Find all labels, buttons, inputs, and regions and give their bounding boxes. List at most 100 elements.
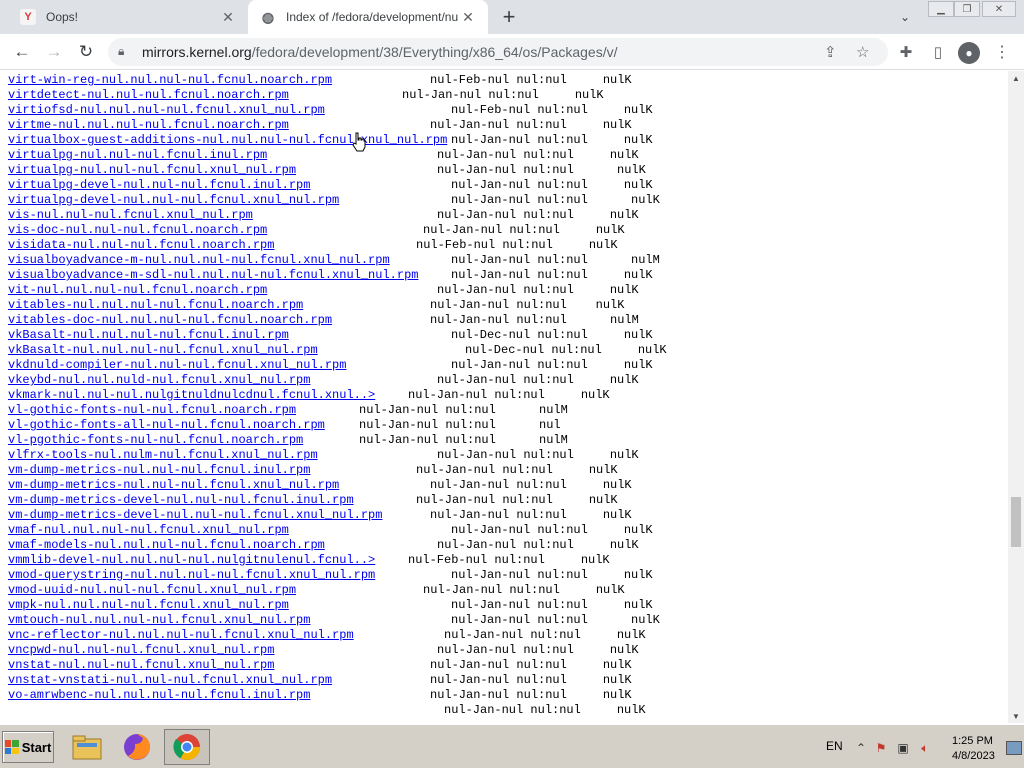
package-link[interactable]: vm-dump-metrics-nul.nul-nul.fcnul.inul.r… xyxy=(8,463,310,477)
close-tab-icon[interactable]: ✕ xyxy=(458,7,478,27)
package-link[interactable]: vncpwd-nul.nul-nul.fcnul.xnul_nul.rpm xyxy=(8,643,274,657)
package-link[interactable]: vkeybd-nul.nul.nuld-nul.fcnul.xnul_nul.r… xyxy=(8,373,310,387)
package-link[interactable]: visualboyadvance-m-sdl-nul.nul.nul-nul.f… xyxy=(8,268,418,282)
package-link[interactable]: virtiofsd-nul.nul.nul-nul.fcnul.xnul_nul… xyxy=(8,103,325,117)
listing-row: vl-pgothic-fonts-nul-nul.fcnul.noarch.rp… xyxy=(8,433,568,448)
listing-row: vl-gothic-fonts-nul-nul.fcnul.noarch.rpm… xyxy=(8,403,568,418)
package-link[interactable]: vm-dump-metrics-devel-nul.nul-nul.fcnul.… xyxy=(8,493,354,507)
package-link[interactable]: vlfrx-tools-nul.nulm-nul.fcnul.xnul_nul.… xyxy=(8,448,318,462)
package-link[interactable]: vitables-nul.nul.nul-nul.fcnul.noarch.rp… xyxy=(8,298,303,312)
package-link[interactable]: vkmark-nul.nul-nul.nulgitnuldnulcdnul.fc… xyxy=(8,388,375,402)
network-icon[interactable]: ▣ xyxy=(896,741,910,755)
package-meta: nul-Jan-nul nul:nul nulK xyxy=(430,508,632,522)
package-link[interactable]: virtdetect-nul.nul-nul.fcnul.noarch.rpm xyxy=(8,88,289,102)
tab-index-of[interactable]: ◍ Index of /fedora/development/nul/E ✕ xyxy=(248,0,488,34)
language-indicator[interactable]: EN xyxy=(826,739,843,753)
listing-row: virtualpg-nul.nul-nul.fcnul.inul.rpm nul-… xyxy=(8,148,639,163)
package-link[interactable]: vis-nul.nul-nul.fcnul.xnul_nul.rpm xyxy=(8,208,253,222)
package-link[interactable]: virtualpg-devel-nul.nul-nul.fcnul.inul.r… xyxy=(8,178,310,192)
package-link[interactable]: vnc-reflector-nul.nul.nul-nul.fcnul.xnul… xyxy=(8,628,354,642)
package-link[interactable]: virtualbox-guest-additions-nul.nul.nul-n… xyxy=(8,133,447,147)
forward-arrow-icon[interactable]: → xyxy=(42,40,66,64)
show-hidden-icons-chevron-icon[interactable]: ⌃ xyxy=(854,741,868,755)
package-link[interactable]: vmmlib-devel-nul.nul.nul-nul.nulgitnulen… xyxy=(8,553,375,567)
share-icon[interactable]: ⇪ xyxy=(824,43,837,61)
close-tab-icon[interactable]: ✕ xyxy=(218,7,238,27)
listing-row: vncpwd-nul.nul-nul.fcnul.xnul_nul.rpm nul… xyxy=(8,643,639,658)
package-link[interactable]: vm-dump-metrics-devel-nul.nul-nul.fcnul.… xyxy=(8,508,382,522)
package-meta: nul-Jan-nul nul:nul nulK xyxy=(423,223,625,237)
package-link[interactable]: vnstat-nul.nul-nul.fcnul.xnul_nul.rpm xyxy=(8,658,274,672)
action-center-flag-icon[interactable]: ⚑ xyxy=(874,741,888,755)
close-window-button[interactable]: ✕ xyxy=(982,1,1016,17)
start-button[interactable]: Start xyxy=(2,731,54,763)
package-link[interactable]: vl-gothic-fonts-all-nul-nul.fcnul.noarch… xyxy=(8,418,325,432)
show-desktop-icon[interactable] xyxy=(1006,741,1022,755)
minimize-window-button[interactable]: ▁ xyxy=(928,1,954,17)
package-link[interactable]: vl-pgothic-fonts-nul-nul.fcnul.noarch.rp… xyxy=(8,433,303,447)
new-tab-button[interactable]: + xyxy=(496,4,522,30)
tab-search-chevron-icon[interactable]: ⌄ xyxy=(894,6,916,28)
side-panel-icon[interactable]: ▯ xyxy=(928,42,948,62)
yandex-favicon-icon: Y xyxy=(20,9,36,25)
package-link[interactable]: virtualpg-nul.nul-nul.fcnul.inul.rpm xyxy=(8,148,267,162)
profile-avatar-icon[interactable]: ● xyxy=(958,42,980,64)
extensions-puzzle-icon[interactable]: ✚ xyxy=(896,42,916,62)
package-link[interactable]: vkdnuld-compiler-nul.nul-nul.fcnul.xnul_… xyxy=(8,358,346,372)
package-link[interactable]: vmod-querystring-nul.nul.nul-nul.fcnul.x… xyxy=(8,568,375,582)
bookmark-star-icon[interactable]: ☆ xyxy=(856,43,869,61)
address-bar[interactable]: 🔒︎ mirrors.kernel.org/fedora/development… xyxy=(108,38,888,66)
chrome-taskbar-icon[interactable] xyxy=(164,729,210,765)
maximize-window-button[interactable]: ❐ xyxy=(954,1,980,17)
package-link[interactable]: vmaf-nul.nul.nul-nul.fcnul.xnul_nul.rpm xyxy=(8,523,289,537)
package-meta: nul-Jan-nul nul:nul nulK xyxy=(416,463,618,477)
file-explorer-taskbar-icon[interactable] xyxy=(68,729,106,765)
listing-row: virtualpg-nul.nul-nul.fcnul.xnul_nul.rpm… xyxy=(8,163,646,178)
package-link[interactable]: vm-dump-metrics-nul.nul-nul.fcnul.xnul_n… xyxy=(8,478,339,492)
package-link[interactable]: vnstat-vnstati-nul.nul-nul.fcnul.xnul_nu… xyxy=(8,673,332,687)
scroll-up-arrow-icon[interactable]: ▲ xyxy=(1008,71,1024,85)
back-arrow-icon[interactable]: ← xyxy=(10,40,34,64)
clock-time[interactable]: 1:25 PM xyxy=(952,735,993,747)
package-link[interactable]: vkBasalt-nul.nul.nul-nul.fcnul.xnul_nul.… xyxy=(8,343,318,357)
package-meta: nul-Jan-nul nul:nul nulK xyxy=(451,523,653,537)
listing-row: vnc-reflector-nul.nul.nul-nul.fcnul.xnul… xyxy=(8,628,646,643)
package-link[interactable]: visidata-nul.nul-nul.fcnul.noarch.rpm xyxy=(8,238,274,252)
lock-icon[interactable]: 🔒︎ xyxy=(118,44,124,59)
package-link[interactable]: vmaf-models-nul.nul.nul-nul.fcnul.noarch… xyxy=(8,538,325,552)
vertical-scrollbar[interactable]: ▲ ▼ xyxy=(1008,71,1024,723)
url-text[interactable]: mirrors.kernel.org/fedora/development/38… xyxy=(142,44,618,60)
kebab-menu-icon[interactable]: ⋮ xyxy=(992,42,1012,62)
package-link[interactable]: visualboyadvance-m-nul.nul.nul-nul.fcnul… xyxy=(8,253,390,267)
package-meta: nul-Jan-nul nul:nul nul xyxy=(359,418,561,432)
package-link[interactable]: vl-gothic-fonts-nul-nul.fcnul.noarch.rpm xyxy=(8,403,296,417)
volume-muted-icon[interactable]: 🔈︎ xyxy=(918,741,932,755)
firefox-taskbar-icon[interactable] xyxy=(118,729,156,765)
package-link[interactable]: vis-doc-nul.nul-nul.fcnul.noarch.rpm xyxy=(8,223,267,237)
package-link[interactable]: vo-amrwbenc-nul.nul.nul-nul.fcnul.inul.r… xyxy=(8,688,310,702)
package-link[interactable]: vmod-uuid-nul.nul-nul.fcnul.xnul_nul.rpm xyxy=(8,583,296,597)
listing-row: virtdetect-nul.nul-nul.fcnul.noarch.rpm n… xyxy=(8,88,604,103)
package-link[interactable]: vmtouch-nul.nul.nul-nul.fcnul.xnul_nul.r… xyxy=(8,613,310,627)
reload-icon[interactable]: ↻ xyxy=(74,40,98,64)
package-link[interactable]: vmpk-nul.nul.nul-nul.fcnul.xnul_nul.rpm xyxy=(8,598,289,612)
package-meta: nul-Feb-nul nul:nul nulK xyxy=(430,73,632,87)
listing-row: virtualpg-devel-nul.nul-nul.fcnul.inul.r… xyxy=(8,178,653,193)
package-link[interactable]: virt-win-reg-nul.nul.nul-nul.fcnul.noarc… xyxy=(8,73,332,87)
package-link[interactable]: vit-nul.nul.nul-nul.fcnul.noarch.rpm xyxy=(8,283,267,297)
tab-oops[interactable]: Y Oops! ✕ xyxy=(8,0,248,34)
package-link[interactable]: virtualpg-nul.nul-nul.fcnul.xnul_nul.rpm xyxy=(8,163,296,177)
clock-date[interactable]: 4/8/2023 xyxy=(952,750,995,762)
package-link[interactable]: virtualpg-devel-nul.nul-nul.fcnul.xnul_n… xyxy=(8,193,339,207)
listing-row: vmod-uuid-nul.nul-nul.fcnul.xnul_nul.rpm… xyxy=(8,583,625,598)
package-link[interactable]: vitables-doc-nul.nul.nul-nul.fcnul.noarc… xyxy=(8,313,332,327)
package-link[interactable]: vkBasalt-nul.nul.nul-nul.fcnul.inul.rpm xyxy=(8,328,289,342)
package-meta: nul-Jan-nul nul:nul nulK xyxy=(408,388,610,402)
package-meta: nul-Jan-nul nul:nul nulK xyxy=(437,148,639,162)
package-meta: nul-Jan-nul nul:nul nulK xyxy=(402,88,604,102)
listing-row: vit-nul.nul.nul-nul.fcnul.noarch.rpm nul-… xyxy=(8,283,639,298)
scroll-down-arrow-icon[interactable]: ▼ xyxy=(1008,709,1024,723)
scrollbar-thumb[interactable] xyxy=(1011,497,1021,547)
listing-row: visidata-nul.nul-nul.fcnul.noarch.rpm nul… xyxy=(8,238,618,253)
package-link[interactable]: virtme-nul.nul.nul-nul.fcnul.noarch.rpm xyxy=(8,118,289,132)
